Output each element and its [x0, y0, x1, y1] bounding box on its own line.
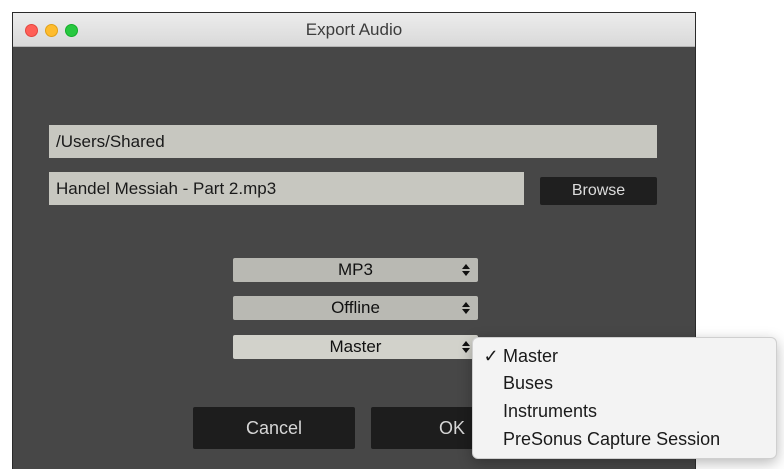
source-dropdown-menu: ✓ Master Buses Instruments PreSonus Capt… [472, 337, 777, 459]
menu-item-label: Buses [503, 373, 554, 393]
source-select-value: Master [329, 337, 382, 356]
source-select[interactable]: Master [233, 335, 478, 359]
browse-button[interactable]: Browse [540, 177, 657, 205]
export-path-field[interactable]: /Users/Shared [49, 125, 657, 158]
menu-item-label: PreSonus Capture Session [503, 429, 721, 449]
render-mode-select[interactable]: Offline [233, 296, 478, 320]
select-arrows-icon [461, 296, 471, 320]
window-title: Export Audio [305, 20, 403, 39]
select-arrows-icon [461, 335, 471, 359]
menu-item-instruments[interactable]: Instruments [473, 398, 776, 425]
cancel-button[interactable]: Cancel [193, 407, 355, 449]
title-bar[interactable]: Export Audio [13, 13, 695, 47]
render-mode-select-value: Offline [331, 298, 380, 317]
format-select[interactable]: MP3 [233, 258, 478, 282]
menu-item-master[interactable]: ✓ Master [473, 343, 776, 370]
menu-item-buses[interactable]: Buses [473, 370, 776, 397]
menu-item-presonus-capture-session[interactable]: PreSonus Capture Session [473, 426, 776, 453]
menu-item-label: Master [503, 346, 559, 366]
file-name-field[interactable]: Handel Messiah - Part 2.mp3 [49, 172, 524, 205]
checkmark-icon: ✓ [483, 346, 499, 366]
format-select-value: MP3 [338, 260, 373, 279]
select-arrows-icon [461, 258, 471, 282]
menu-item-label: Instruments [503, 401, 598, 421]
